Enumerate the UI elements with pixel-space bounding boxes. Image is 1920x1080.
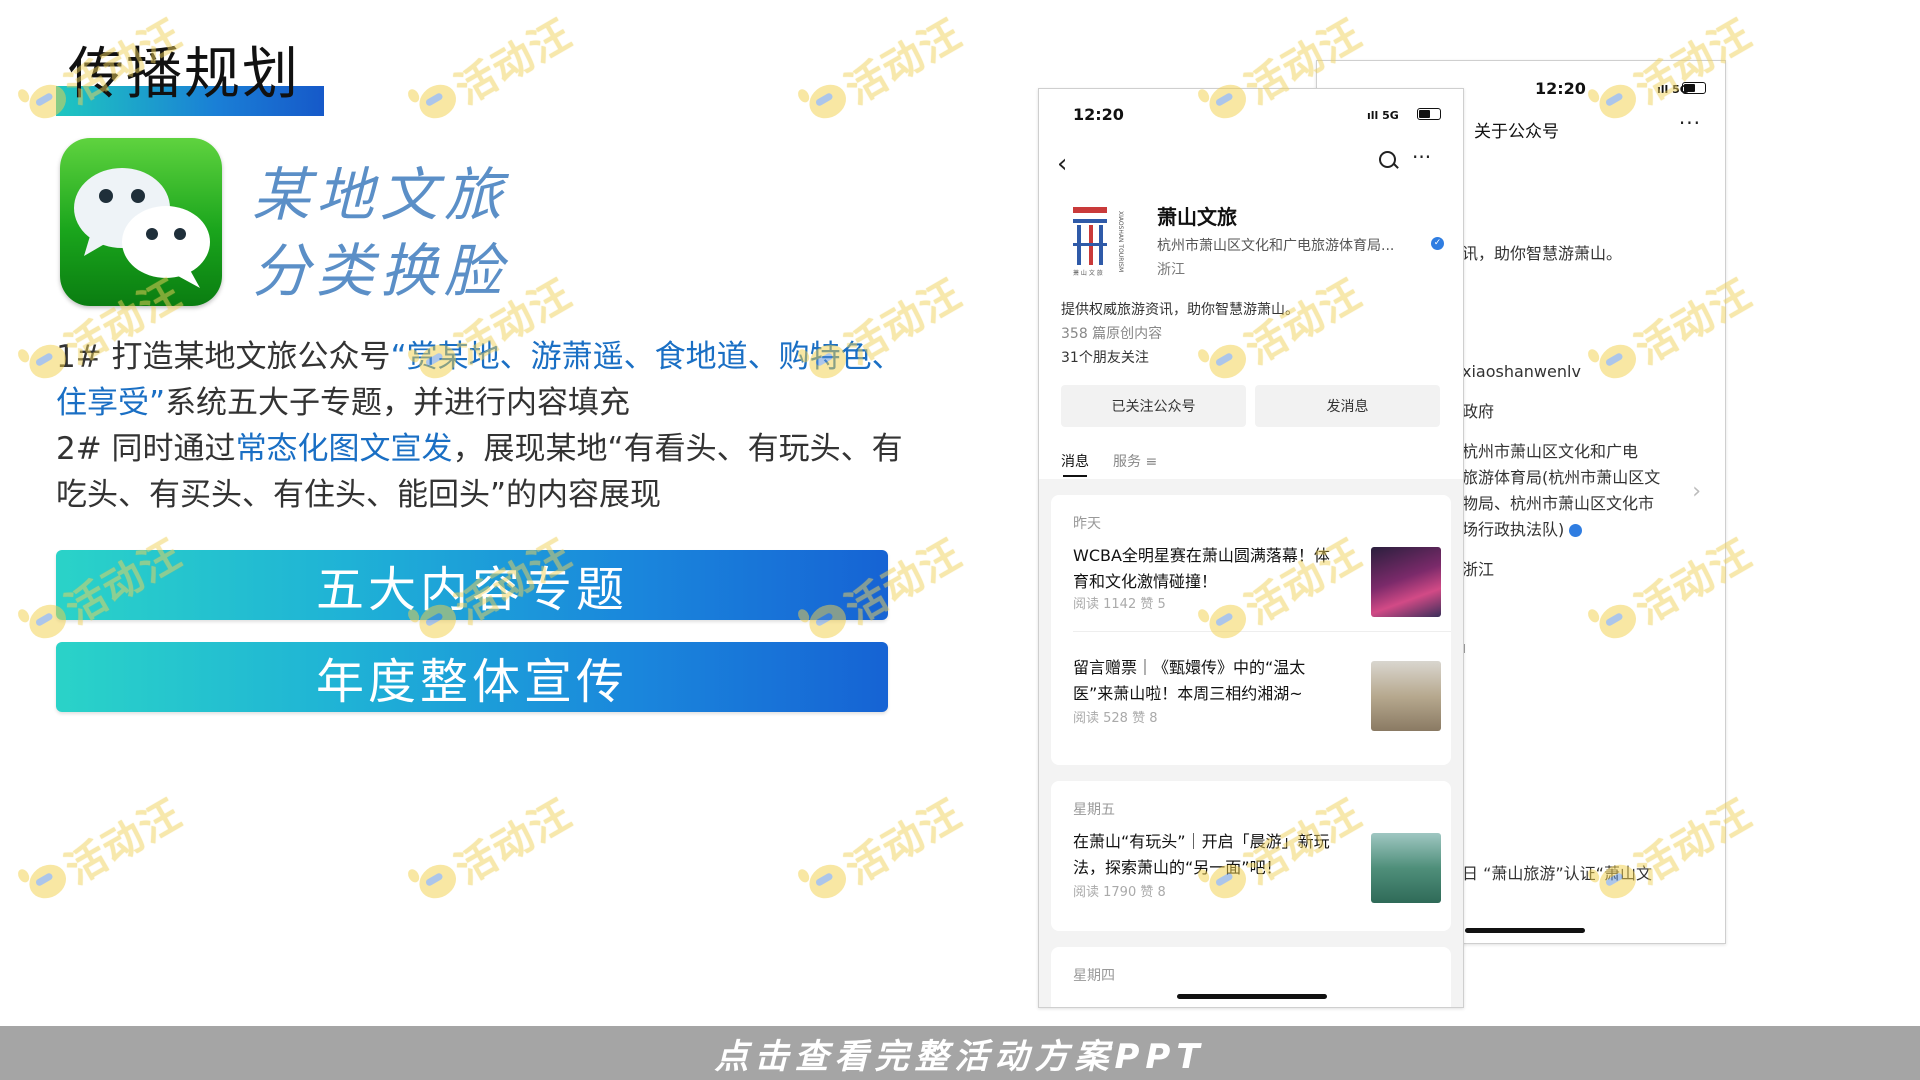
account-org[interactable]: 杭州市萧山区文化和广电旅游体育局... xyxy=(1157,235,1394,255)
search-icon[interactable] xyxy=(1379,151,1396,168)
account-name: 萧山文旅 xyxy=(1157,205,1237,229)
logo-side-text: XIAOSHAN TOURISM xyxy=(1117,211,1124,272)
mascot-icon xyxy=(795,858,853,905)
message-group-card: 昨天 WCBA全明星赛在萧山圆满落幕！体育和文化激情碰撞！ 阅读 1142 赞 … xyxy=(1051,495,1451,765)
battery-icon xyxy=(1682,82,1706,94)
article-meta: 阅读 528 赞 8 xyxy=(1073,711,1158,726)
friends-following[interactable]: 31个朋友关注 xyxy=(1061,347,1149,367)
watermark: 活动汪 xyxy=(795,2,971,136)
mascot-icon xyxy=(405,78,463,125)
article-title[interactable]: 留言赠票｜《甄嬛传》中的“温太医”来萧山啦！本周三相约湘湖~ xyxy=(1073,655,1343,707)
divider xyxy=(1073,631,1451,632)
signal-bars-icon: ıll xyxy=(1367,109,1379,122)
account-description: 提供权威旅游资讯，助你智慧游萧山。 xyxy=(1061,302,1299,318)
back-arrow-icon[interactable]: ‹ xyxy=(1057,149,1067,179)
about-account-type: 政府 xyxy=(1462,402,1495,421)
status-time: 12:20 xyxy=(1535,79,1586,98)
group-day-label: 星期四 xyxy=(1073,968,1115,984)
mascot-icon xyxy=(405,858,463,905)
signal-bars-icon: ıll xyxy=(1657,83,1669,96)
view-full-ppt-banner[interactable]: 点击查看完整活动方案PPT xyxy=(0,1026,1920,1080)
about-org-line-3: 物局、杭州市萧山区文化市 xyxy=(1462,494,1655,513)
article-title[interactable]: 在萧山“有玩头”｜开启「晨游」新玩法，探索萧山的“另一面”吧！ xyxy=(1073,829,1343,881)
wechat-logo-icon xyxy=(60,138,222,306)
about-location: 浙江 xyxy=(1462,560,1495,579)
home-indicator xyxy=(1177,994,1327,999)
page-title: 传播规划 xyxy=(68,42,300,107)
paragraph-1: 1# 打造某地文旅公众号“赏某地、游萧遥、食地道、购特色、住享受”系统五大子专题… xyxy=(56,334,916,426)
nav-title: 关于公众号 xyxy=(1474,122,1559,142)
status-time: 12:20 xyxy=(1073,105,1124,124)
watermark: 活动汪 xyxy=(795,782,971,916)
footer-label: 点击查看完整活动方案PPT xyxy=(714,1036,1206,1077)
verified-icon xyxy=(1569,524,1583,537)
watermark: 活动汪 xyxy=(15,782,191,916)
mascot-icon xyxy=(795,78,853,125)
paragraph-2-highlight: 常态化图文宣发 xyxy=(235,431,453,467)
annual-promotion-bar[interactable]: 年度整体宣传 xyxy=(56,642,888,712)
send-message-button[interactable]: 发消息 xyxy=(1255,385,1440,427)
more-icon[interactable]: ··· xyxy=(1412,145,1431,169)
about-trademark: 日 “萧山旅游”认证“萧山文 xyxy=(1462,864,1652,883)
logo-bottom-text: 萧 山 文 旅 xyxy=(1073,269,1103,277)
more-icon[interactable]: ··· xyxy=(1679,111,1701,135)
about-org-line-2: 旅游体育局(杭州市萧山区文 xyxy=(1462,468,1661,487)
article-meta: 阅读 1790 赞 8 xyxy=(1073,885,1166,900)
home-indicator xyxy=(1465,928,1585,933)
article-thumbnail[interactable] xyxy=(1371,833,1441,903)
about-org-line-4: 场行政执法队) xyxy=(1462,517,1583,543)
about-description: 讯，助你智慧游萧山。 xyxy=(1462,244,1623,263)
brand-line-2: 分类换脸 xyxy=(252,237,509,305)
content-topics-bar[interactable]: 五大内容专题 xyxy=(56,550,888,620)
battery-icon xyxy=(1417,108,1441,120)
followed-button[interactable]: 已关注公众号 xyxy=(1061,385,1246,427)
message-group-card: 星期五 在萧山“有玩头”｜开启「晨游」新玩法，探索萧山的“另一面”吧！ 阅读 1… xyxy=(1051,781,1451,931)
about-org-line-1: 杭州市萧山区文化和广电 xyxy=(1462,442,1639,461)
paragraph-2: 2# 同时通过常态化图文宣发，展现某地“有看头、有玩头、有吃头、有买头、有住头、… xyxy=(56,426,916,518)
tab-services[interactable]: 服务 ≡ xyxy=(1113,451,1157,471)
paragraph-1-prefix: 1# 打造某地文旅公众号 xyxy=(56,339,391,375)
tab-messages[interactable]: 消息 xyxy=(1061,451,1089,477)
chevron-right-icon[interactable]: › xyxy=(1692,479,1701,504)
mascot-icon xyxy=(15,858,73,905)
paragraph-2-prefix: 2# 同时通过 xyxy=(56,431,236,467)
article-title[interactable]: WCBA全明星赛在萧山圆满落幕！体育和文化激情碰撞！ xyxy=(1073,543,1343,595)
brand-line-1: 某地文旅 xyxy=(252,161,509,229)
article-thumbnail[interactable] xyxy=(1371,661,1441,731)
about-account-id: xiaoshanwenlv xyxy=(1462,362,1581,381)
account-header: 12:20 ıll 5G ‹ ··· XIAOSHAN TOURISM 萧 山 … xyxy=(1039,89,1463,479)
article-meta: 阅读 1142 赞 5 xyxy=(1073,597,1166,612)
original-count[interactable]: 358 篇原创内容 xyxy=(1061,323,1162,343)
group-day-label: 星期五 xyxy=(1073,802,1115,818)
title-block: 传播规划 xyxy=(56,40,324,116)
watermark: 活动汪 xyxy=(405,782,581,916)
watermark: 活动汪 xyxy=(405,2,581,136)
group-day-label: 昨天 xyxy=(1073,516,1101,532)
verified-icon: ✓ xyxy=(1431,237,1444,250)
paragraph-1-suffix: 系统五大子专题，并进行内容填充 xyxy=(165,385,631,421)
phone-screenshot-account: 12:20 ıll 5G ‹ ··· XIAOSHAN TOURISM 萧 山 … xyxy=(1038,88,1464,1008)
account-location: 浙江 xyxy=(1157,262,1185,278)
about-org-line-4-text: 场行政执法队) xyxy=(1462,520,1565,539)
article-thumbnail[interactable] xyxy=(1371,547,1441,617)
signal-indicator: ıll 5G xyxy=(1367,109,1399,122)
network-type: 5G xyxy=(1382,109,1399,122)
account-logo: XIAOSHAN TOURISM 萧 山 文 旅 xyxy=(1073,207,1124,277)
